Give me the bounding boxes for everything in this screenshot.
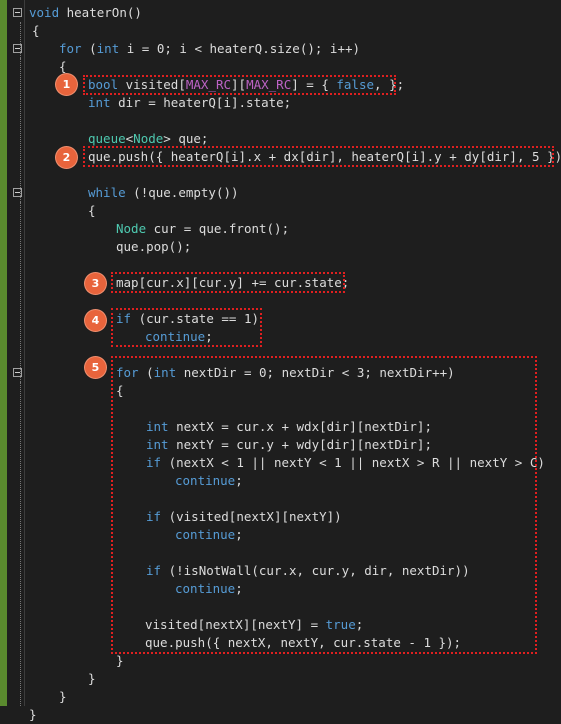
code-line[interactable]: {	[0, 58, 561, 76]
code-token: }	[88, 671, 96, 686]
code-line[interactable]: int dir = heaterQ[i].state;	[0, 94, 561, 112]
code-token: while	[88, 185, 126, 200]
code-token: void	[29, 5, 60, 20]
step-number-badge: 4	[85, 310, 106, 331]
code-text: while (!que.empty())	[88, 184, 239, 202]
code-token: int	[96, 41, 120, 56]
collapse-minus-icon[interactable]	[13, 8, 22, 17]
code-text: Node cur = que.front();	[116, 220, 289, 238]
code-token: (	[81, 41, 97, 56]
code-text: for (int i = 0; i < heaterQ.size(); i++)	[59, 40, 360, 58]
code-text: }	[59, 688, 67, 706]
code-line[interactable]: }	[0, 688, 561, 706]
code-text: }	[88, 670, 96, 688]
code-line[interactable]: }	[0, 706, 561, 724]
code-line[interactable]: continue;	[0, 328, 561, 346]
code-line[interactable]: }	[0, 670, 561, 688]
highlight-box	[111, 356, 537, 654]
code-text: {	[32, 22, 40, 40]
code-token: {	[88, 203, 96, 218]
code-token: heaterOn()	[59, 5, 142, 20]
code-text: }	[29, 706, 37, 724]
code-token: }	[29, 707, 37, 722]
fold-guide-line	[20, 382, 22, 634]
code-token: (!que.empty())	[125, 185, 239, 200]
code-token: i = 0; i < heaterQ.size(); i++)	[119, 41, 361, 56]
code-line[interactable]: void heaterOn()	[0, 4, 561, 22]
code-token: {	[59, 59, 67, 74]
code-text: void heaterOn()	[29, 4, 142, 22]
code-line[interactable]: while (!que.empty())	[0, 184, 561, 202]
code-line[interactable]	[0, 166, 561, 184]
code-line[interactable]: {	[0, 22, 561, 40]
code-token: {	[32, 23, 40, 38]
code-token: for	[59, 41, 82, 56]
highlight-box	[111, 308, 262, 347]
code-line[interactable]: {	[0, 202, 561, 220]
code-token: dir = heaterQ[i].state;	[110, 95, 292, 110]
step-number-badge: 5	[85, 357, 106, 378]
highlight-box	[83, 75, 396, 95]
code-line[interactable]	[0, 112, 561, 130]
highlight-box	[83, 146, 554, 167]
code-line[interactable]: for (int i = 0; i < heaterQ.size(); i++)	[0, 40, 561, 58]
code-token: int	[88, 95, 111, 110]
code-text: que.pop();	[116, 238, 191, 256]
code-token: cur = que.front();	[146, 221, 290, 236]
code-line[interactable]: Node cur = que.front();	[0, 220, 561, 238]
code-token: }	[59, 689, 67, 704]
code-token: }	[116, 653, 124, 668]
code-token: queue	[88, 131, 126, 146]
step-number-badge: 2	[56, 147, 77, 168]
step-number-badge: 3	[85, 273, 106, 294]
code-token: > que;	[163, 131, 209, 146]
code-text: }	[116, 652, 124, 670]
step-number-badge: 1	[56, 74, 77, 95]
highlight-box	[111, 272, 345, 293]
code-text: {	[88, 202, 96, 220]
code-line[interactable]: que.pop();	[0, 238, 561, 256]
code-editor[interactable]: void heaterOn(){for (int i = 0; i < heat…	[0, 0, 561, 722]
code-token: que.pop();	[116, 239, 192, 254]
code-text: int dir = heaterQ[i].state;	[88, 94, 291, 112]
code-token: Node	[116, 221, 147, 236]
code-line[interactable]	[0, 292, 561, 310]
code-token: Node	[133, 131, 164, 146]
code-line[interactable]: }	[0, 652, 561, 670]
